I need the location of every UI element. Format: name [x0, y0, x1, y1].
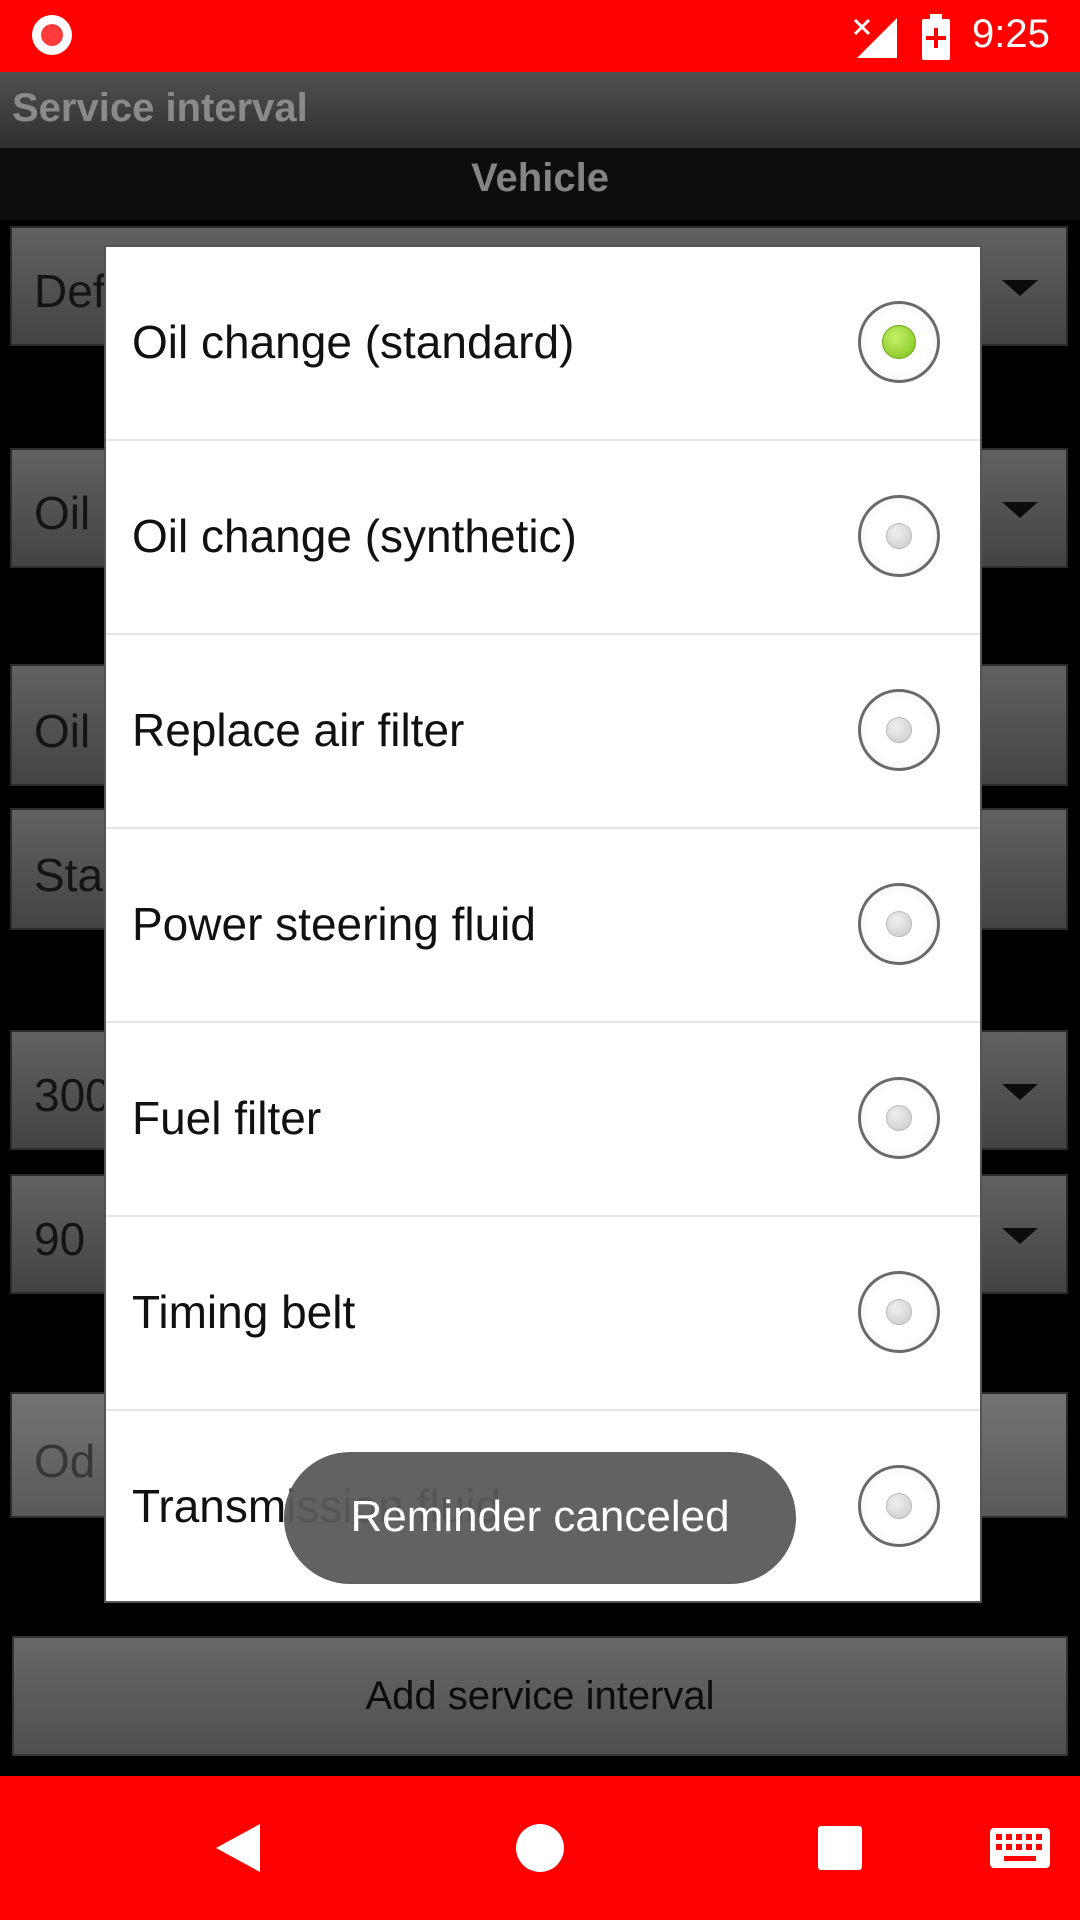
- back-icon[interactable]: [216, 1824, 260, 1872]
- radio-button[interactable]: [858, 883, 940, 965]
- keyboard-icon[interactable]: [990, 1828, 1050, 1868]
- radio-button[interactable]: [858, 1465, 940, 1547]
- radio-button[interactable]: [858, 495, 940, 577]
- option-label: Oil change (synthetic): [132, 510, 577, 562]
- battery-charging-icon: [922, 14, 950, 60]
- option-label: Power steering fluid: [132, 898, 536, 950]
- clock: 9:25: [972, 12, 1050, 56]
- status-bar: 9:25: [0, 0, 1080, 72]
- signal-off-icon: [853, 18, 897, 58]
- option-timing-belt[interactable]: Timing belt: [106, 1217, 980, 1411]
- navigation-bar: [0, 1776, 1080, 1920]
- option-label: Timing belt: [132, 1286, 356, 1338]
- option-replace-air-filter[interactable]: Replace air filter: [106, 635, 980, 829]
- option-power-steering-fluid[interactable]: Power steering fluid: [106, 829, 980, 1023]
- option-fuel-filter[interactable]: Fuel filter: [106, 1023, 980, 1217]
- screen-record-icon: [32, 15, 72, 55]
- radio-button[interactable]: [858, 1077, 940, 1159]
- option-label: Fuel filter: [132, 1092, 322, 1144]
- home-icon[interactable]: [516, 1824, 564, 1872]
- toast-text: Reminder canceled: [350, 1492, 730, 1541]
- radio-button-selected[interactable]: [858, 301, 940, 383]
- option-oil-change-synthetic[interactable]: Oil change (synthetic): [106, 441, 980, 635]
- option-label: Oil change (standard): [132, 316, 575, 368]
- option-label: Replace air filter: [132, 704, 465, 756]
- toast-message: Reminder canceled: [284, 1452, 796, 1584]
- radio-button[interactable]: [858, 689, 940, 771]
- service-type-dialog: Oil change (standard) Oil change (synthe…: [104, 245, 982, 1603]
- radio-button[interactable]: [858, 1271, 940, 1353]
- recents-icon[interactable]: [818, 1826, 862, 1870]
- option-oil-change-standard[interactable]: Oil change (standard): [106, 247, 980, 441]
